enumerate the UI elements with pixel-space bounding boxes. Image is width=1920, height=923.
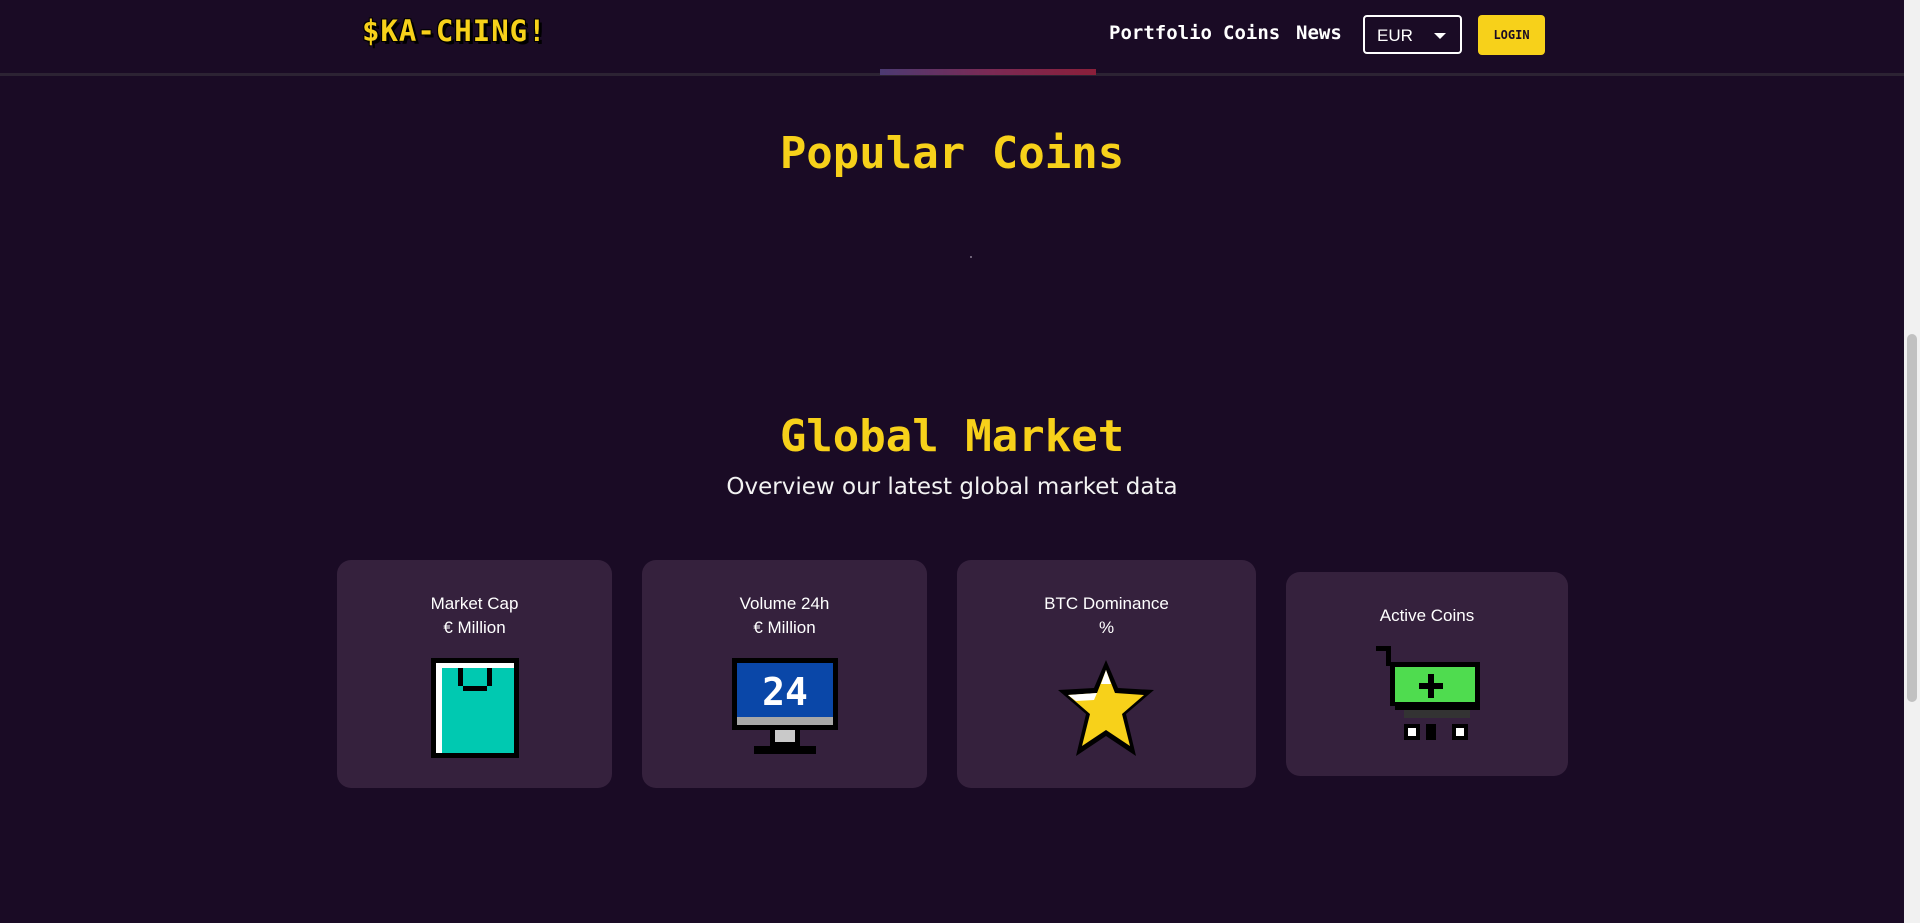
nav-portfolio-link[interactable]: Portfolio: [1109, 22, 1212, 44]
card-unit: € Million: [443, 618, 506, 637]
card-unit: %: [1098, 618, 1115, 637]
monitor-24-icon: 24: [732, 658, 838, 754]
volume-24h-card: Volume 24h € Million 24: [642, 560, 927, 788]
popular-coins-heading: Popular Coins: [779, 128, 1125, 179]
btc-dominance-card: BTC Dominance %: [957, 560, 1256, 788]
scrollbar-thumb[interactable]: [1907, 334, 1917, 702]
shopping-cart-add-icon: [1376, 646, 1480, 740]
global-market-subtitle: Overview our latest global market data: [726, 474, 1178, 500]
market-cap-card: Market Cap € Million: [337, 560, 612, 788]
card-label: Volume 24h: [739, 594, 830, 613]
card-label: BTC Dominance: [1044, 594, 1169, 613]
card-label: Active Coins: [1379, 606, 1475, 625]
top-navbar: $KA-CHING! Portfolio Coins News EUR LOGI…: [0, 0, 1904, 76]
login-button[interactable]: LOGIN: [1478, 15, 1545, 55]
shopping-bag-icon: [431, 658, 519, 758]
active-coins-card: Active Coins: [1286, 572, 1568, 776]
card-unit: € Million: [753, 618, 816, 637]
hero-banner-edge: [880, 69, 1096, 75]
star-icon: [1058, 660, 1154, 756]
nav-coins-link[interactable]: Coins: [1223, 22, 1280, 44]
loading-indicator: [970, 256, 972, 258]
caret-down-icon: [1434, 33, 1446, 39]
card-label: Market Cap: [430, 594, 519, 613]
currency-select[interactable]: EUR: [1363, 15, 1462, 54]
monitor-24-text: 24: [762, 670, 808, 714]
global-market-heading: Global Market: [779, 411, 1125, 462]
page: $KA-CHING! Portfolio Coins News EUR LOGI…: [0, 0, 1920, 923]
nav-news-link[interactable]: News: [1296, 22, 1342, 44]
site-logo[interactable]: $KA-CHING!: [362, 14, 547, 48]
currency-selected-value: EUR: [1377, 26, 1413, 45]
